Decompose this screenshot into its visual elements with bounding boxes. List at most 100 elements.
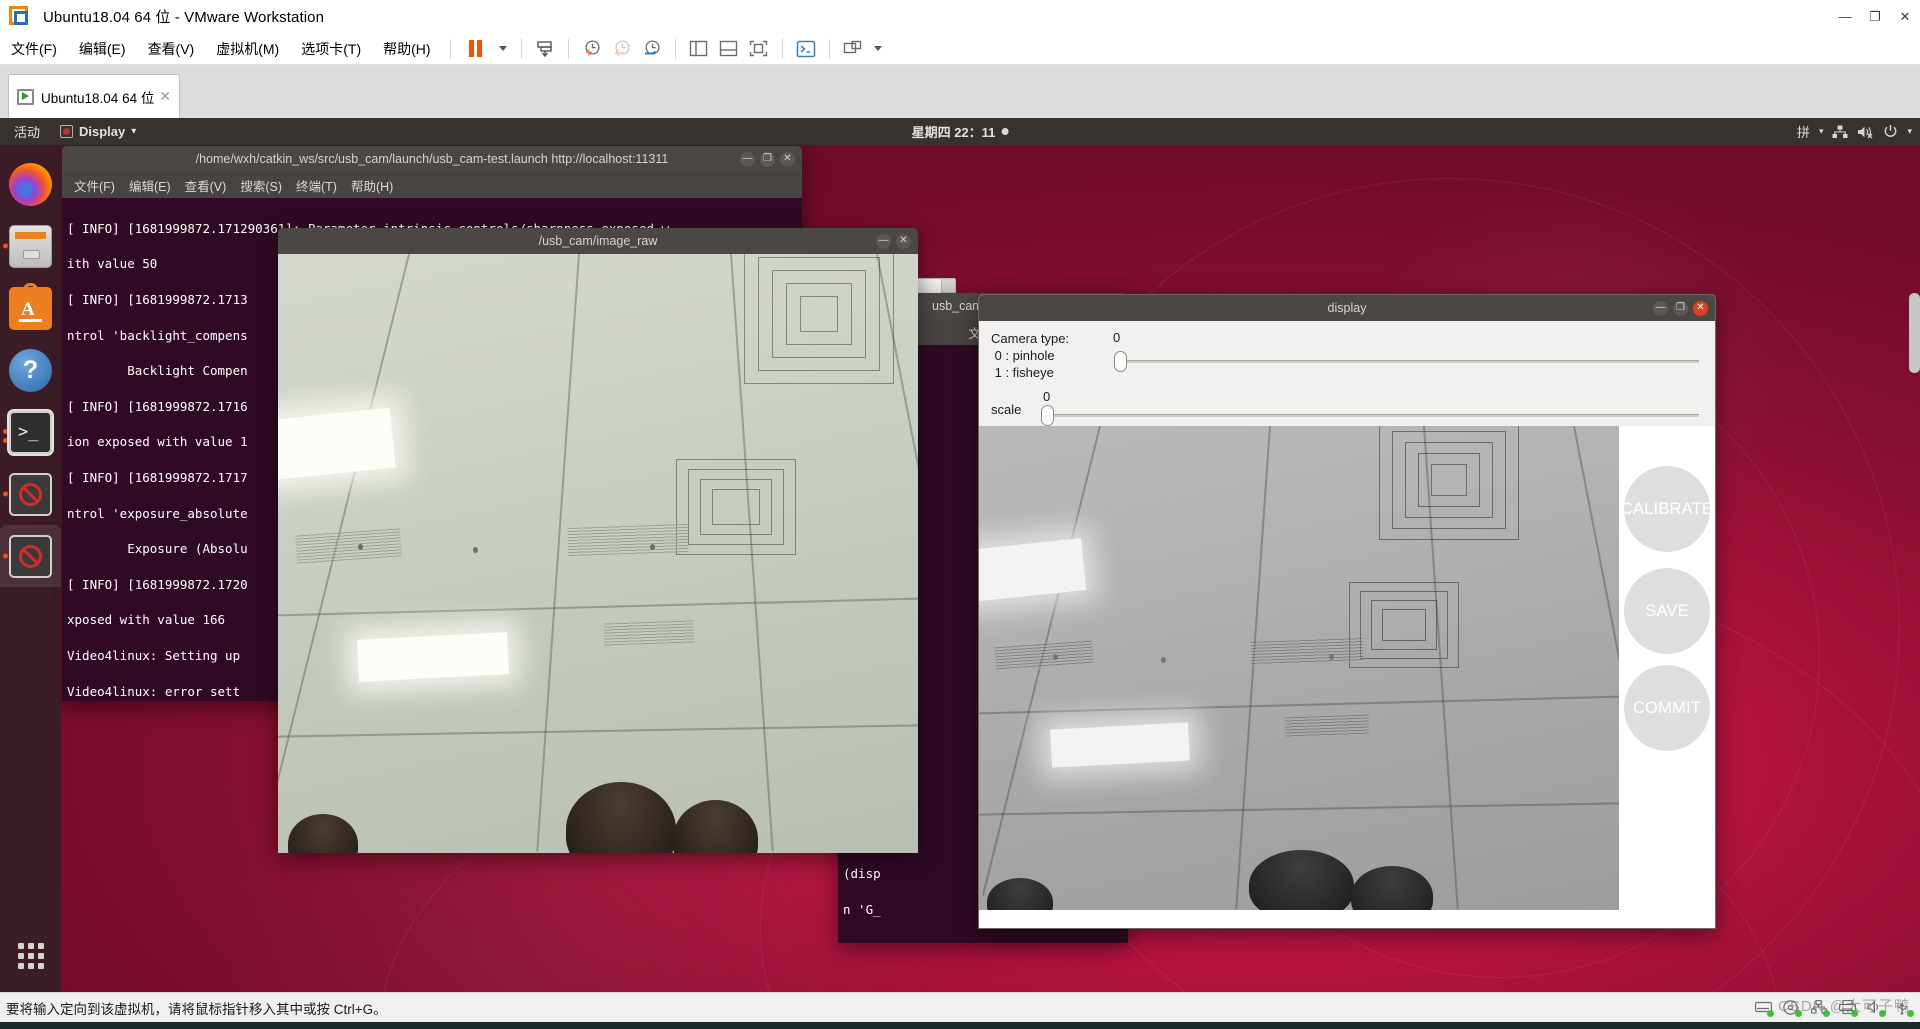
minimize-window-button[interactable]: — — [1830, 0, 1860, 33]
suspend-dropdown-caret[interactable] — [493, 36, 513, 62]
tab-ubuntu1804[interactable]: Ubuntu18.04 64 位 ✕ — [8, 74, 180, 118]
terminal-close-button[interactable]: ✕ — [780, 151, 795, 167]
dock-item-software[interactable]: A — [0, 277, 61, 339]
dock-item-files[interactable] — [0, 215, 61, 277]
snapshot-manager-icon — [645, 40, 660, 55]
terminal-menu-view[interactable]: 查看(V) — [185, 176, 227, 195]
system-tray: 拼 ▾ ▾ — [1797, 122, 1912, 141]
network-adapter-device-icon[interactable] — [1810, 999, 1830, 1017]
bottom-panel-icon — [719, 40, 738, 57]
ubuntu-top-panel: 活动 Display ▾ 星期四 22：11 拼 ▾ ▾ — [0, 118, 1920, 145]
display-minimize-button[interactable]: — — [1653, 300, 1668, 316]
dock-item-terminal[interactable]: >_ — [0, 401, 61, 463]
menu-edit[interactable]: 编辑(E) — [68, 33, 137, 65]
tab-close-icon[interactable]: ✕ — [155, 88, 171, 105]
terminal-menu-file[interactable]: 文件(F) — [74, 176, 115, 195]
image-raw-close-button[interactable]: ✕ — [896, 233, 911, 249]
display-close-button[interactable]: ✕ — [1693, 300, 1708, 316]
camera-type-slider[interactable]: 0 — [1111, 330, 1705, 392]
dock-item-firefox[interactable] — [0, 153, 61, 215]
dock-item-app-blocked-1[interactable] — [0, 463, 61, 525]
app-menu-caret-icon: ▾ — [131, 126, 137, 137]
menu-file[interactable]: 文件(F) — [0, 33, 68, 65]
unity-layout-button[interactable] — [838, 36, 868, 62]
volume-muted-icon[interactable] — [1857, 125, 1874, 139]
display-controls-panel: Camera type: 0 : pinhole 1 : fisheye 0 s… — [979, 321, 1715, 426]
record-app-icon — [60, 125, 74, 138]
calibrate-button-label: CALIBRATE — [1620, 499, 1714, 518]
scale-slider-track[interactable] — [1049, 414, 1699, 417]
power-on-guest-button[interactable] — [530, 36, 560, 62]
pause-icon — [469, 40, 483, 57]
calibrate-button[interactable]: CALIBRATE — [1620, 466, 1714, 552]
panel-clock[interactable]: 星期四 22：11 — [912, 122, 1009, 141]
menu-tabs[interactable]: 选项卡(T) — [290, 33, 372, 65]
dock-item-app-blocked-2[interactable] — [0, 525, 61, 587]
chevron-down-icon — [498, 46, 507, 51]
unity-dropdown-caret[interactable] — [868, 36, 888, 62]
suspend-button[interactable] — [459, 36, 493, 62]
vmware-tab-strip: Ubuntu18.04 64 位 ✕ — [0, 65, 1920, 118]
usb-device-icon[interactable] — [1895, 1000, 1914, 1017]
image-raw-title-bar[interactable]: /usb_cam/image_raw — ✕ — [278, 228, 918, 254]
files-icon — [9, 224, 52, 268]
terminal-menu-search[interactable]: 搜索(S) — [240, 176, 282, 195]
terminal-menu-terminal[interactable]: 终端(T) — [296, 176, 337, 195]
scale-slider[interactable]: 0 — [1031, 389, 1705, 426]
take-snapshot-button[interactable] — [577, 36, 607, 62]
close-window-button[interactable]: ✕ — [1890, 0, 1920, 33]
console-prompt-icon — [796, 40, 815, 57]
camera-type-slider-track[interactable] — [1121, 360, 1699, 363]
toolbar-divider-3 — [567, 38, 569, 59]
scale-slider-knob[interactable] — [1041, 405, 1054, 426]
display-window-controls: — ❐ ✕ — [1653, 295, 1708, 321]
unity-mode-button[interactable] — [791, 36, 821, 62]
input-method-indicator[interactable]: 拼 — [1797, 122, 1810, 141]
commit-button-label: COMMIT — [1632, 698, 1702, 717]
image-raw-camera-feed — [278, 254, 918, 853]
menu-view[interactable]: 查看(V) — [137, 33, 206, 65]
terminal-menu-help[interactable]: 帮助(H) — [351, 176, 393, 195]
show-applications-button[interactable] — [0, 932, 61, 980]
image-raw-minimize-button[interactable]: — — [876, 233, 891, 249]
fullscreen-icon — [749, 40, 768, 57]
bottom-edge-strip — [0, 1022, 1920, 1029]
full-screen-button[interactable] — [744, 36, 774, 62]
display-canvas: CALIBRATE SAVE COMMIT — [979, 426, 1715, 928]
activities-button[interactable]: 活动 — [0, 122, 52, 141]
toolbar-divider-2 — [520, 38, 522, 59]
show-hide-console-view-button[interactable] — [714, 36, 744, 62]
running-indicator-terminal — [3, 429, 8, 434]
display-maximize-button[interactable]: ❐ — [1673, 300, 1688, 316]
terminal-minimize-button[interactable]: — — [740, 151, 755, 167]
hard-disk-device-icon[interactable] — [1754, 1000, 1774, 1017]
terminal-maximize-button[interactable]: ❐ — [760, 151, 775, 167]
power-icon[interactable] — [1883, 124, 1898, 139]
commit-button[interactable]: COMMIT — [1624, 665, 1710, 751]
dock-item-help[interactable]: ? — [0, 339, 61, 401]
menu-help[interactable]: 帮助(H) — [372, 33, 441, 65]
show-hide-sidebar-button[interactable] — [684, 36, 714, 62]
snapshot-revert-icon — [614, 40, 630, 57]
printer-device-icon[interactable] — [1838, 999, 1858, 1017]
menu-vm[interactable]: 虚拟机(M) — [205, 33, 290, 65]
terminal-menu-edit[interactable]: 编辑(E) — [129, 176, 171, 195]
terminal-title-bar[interactable]: /home/wxh/catkin_ws/src/usb_cam/launch/u… — [62, 146, 802, 172]
toolbar-divider — [449, 38, 451, 59]
app-menu[interactable]: Display ▾ — [52, 124, 144, 139]
tray-caret-icon[interactable]: ▾ — [1907, 126, 1912, 137]
display-title-bar[interactable]: display — ❐ ✕ — [979, 295, 1715, 321]
sound-card-device-icon[interactable] — [1867, 1000, 1886, 1017]
manage-snapshots-button[interactable] — [637, 36, 667, 62]
vmware-window-controls: — ❐ ✕ — [1830, 0, 1920, 33]
maximize-window-button[interactable]: ❐ — [1860, 0, 1890, 33]
cd-dvd-device-icon[interactable] — [1783, 1000, 1802, 1017]
save-button[interactable]: SAVE — [1624, 568, 1710, 654]
revert-snapshot-button[interactable] — [607, 36, 637, 62]
guest-screen: 活动 Display ▾ 星期四 22：11 拼 ▾ ▾ A ? >_ /hom… — [0, 118, 1920, 992]
guest-scroll-indicator[interactable] — [1909, 293, 1920, 373]
input-method-caret-icon[interactable]: ▾ — [1819, 126, 1824, 137]
network-icon[interactable] — [1832, 125, 1848, 139]
camera-type-slider-knob[interactable] — [1114, 351, 1127, 372]
